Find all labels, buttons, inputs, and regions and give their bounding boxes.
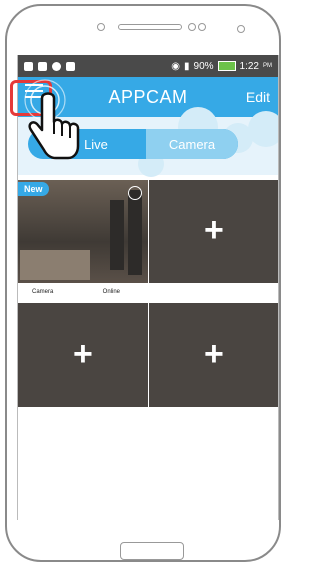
earpiece — [118, 24, 182, 30]
sensor-dot — [198, 23, 206, 31]
camera-caption: Camera Online — [18, 283, 148, 300]
wifi-icon: ◉ — [171, 60, 180, 72]
more-icon[interactable] — [128, 186, 142, 200]
camera-name: Camera — [32, 288, 54, 295]
thumbnail-pillar — [110, 200, 124, 270]
sensor-dot — [188, 23, 196, 31]
tap-hand-icon — [24, 79, 80, 160]
new-badge: New — [18, 182, 49, 196]
home-button[interactable] — [120, 542, 184, 560]
decor-bubble — [248, 111, 278, 147]
battery-icon — [217, 61, 236, 71]
add-camera-tile[interactable]: + — [18, 303, 148, 407]
add-camera-tile[interactable]: + — [149, 180, 278, 283]
camera-status: Online — [102, 288, 120, 295]
signal-icon: ▮ — [184, 60, 190, 72]
clock: 1:22 — [239, 60, 259, 72]
plus-icon: + — [204, 335, 224, 373]
add-camera-tile[interactable]: + — [149, 303, 278, 407]
edit-button[interactable]: Edit — [246, 89, 270, 105]
thumbnail-desk — [20, 250, 90, 280]
camera-tile[interactable]: New Camera Online — [18, 180, 148, 300]
camera-thumbnail[interactable]: New — [18, 180, 148, 283]
plus-icon: + — [73, 335, 93, 373]
clock-suffix: PM — [263, 63, 272, 69]
battery-percent: 90% — [193, 60, 214, 72]
thumbnail-pillar — [128, 190, 142, 275]
tab-camera[interactable]: Camera — [146, 129, 238, 159]
front-camera — [97, 23, 105, 31]
plus-icon: + — [204, 211, 224, 249]
sensor-dot — [237, 25, 245, 33]
